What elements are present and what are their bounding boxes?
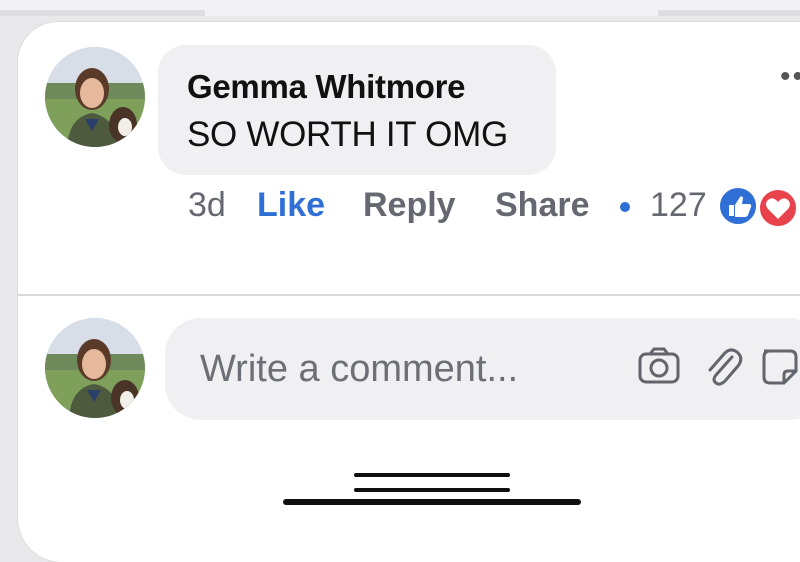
paperclip-icon[interactable] bbox=[700, 343, 744, 394]
top-strip bbox=[0, 0, 800, 16]
avatar[interactable] bbox=[45, 47, 145, 147]
avatar-photo bbox=[45, 318, 145, 418]
more-options-icon[interactable]: •• bbox=[780, 60, 800, 94]
comment-author[interactable]: Gemma Whitmore bbox=[187, 68, 465, 106]
current-user-avatar[interactable] bbox=[45, 318, 145, 418]
love-icon bbox=[758, 188, 798, 228]
like-button[interactable]: Like bbox=[257, 186, 325, 225]
section-divider bbox=[18, 294, 800, 296]
avatar-photo bbox=[45, 47, 145, 147]
share-button[interactable]: Share bbox=[495, 186, 590, 225]
comment-text: SO WORTH IT OMG bbox=[187, 115, 508, 154]
home-indicator-line bbox=[354, 473, 510, 477]
like-icon bbox=[718, 186, 758, 226]
home-indicator-line bbox=[354, 488, 510, 492]
sticker-icon[interactable] bbox=[758, 343, 800, 394]
comment-bubble[interactable] bbox=[158, 45, 556, 175]
comment-input-placeholder[interactable]: Write a comment... bbox=[200, 348, 518, 391]
reply-button[interactable]: Reply bbox=[363, 186, 456, 225]
separator-dot bbox=[620, 202, 630, 212]
reactions-summary[interactable] bbox=[718, 186, 800, 230]
divider bbox=[0, 10, 205, 16]
comment-timestamp: 3d bbox=[188, 186, 226, 224]
divider bbox=[658, 10, 800, 16]
home-indicator[interactable] bbox=[283, 499, 581, 505]
camera-icon[interactable] bbox=[636, 343, 682, 394]
reaction-count[interactable]: 127 bbox=[650, 186, 707, 225]
